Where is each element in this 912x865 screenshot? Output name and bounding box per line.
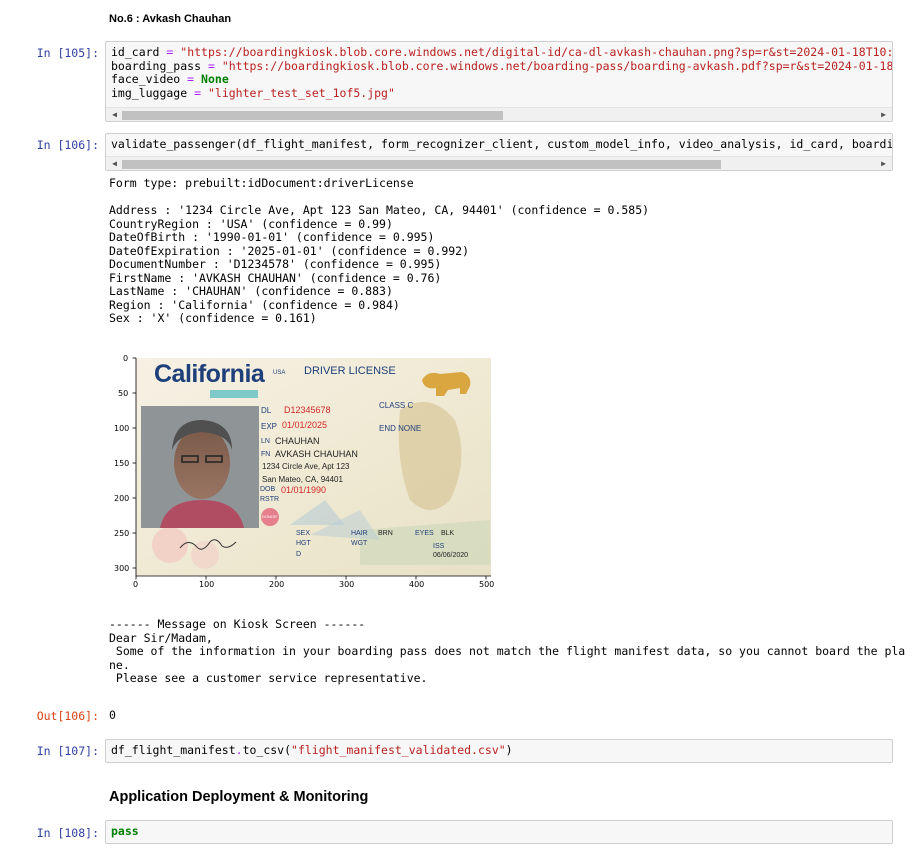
markdown-title: No.6 : Avkash Chauhan	[109, 13, 232, 25]
code-cell-105[interactable]: id_card = "https://boardingkiosk.blob.co…	[105, 41, 893, 122]
license-sex-label: SEX	[296, 530, 311, 537]
scroll-left-icon[interactable]: ◀	[108, 157, 121, 170]
cell-output-text: Form type: prebuilt:idDocument:driverLic…	[109, 176, 650, 325]
license-rstr-label: RSTR	[260, 496, 280, 503]
x-tick-label: 200	[269, 580, 285, 589]
y-tick-label: 100	[114, 424, 130, 433]
input-prompt: In [108]:	[36, 826, 99, 840]
license-hgt-label: HGT	[296, 540, 311, 547]
license-class: CLASS C	[379, 401, 414, 410]
y-tick-label: 250	[114, 529, 130, 538]
scroll-right-icon[interactable]: ▶	[877, 108, 890, 121]
output-value: 0	[109, 708, 116, 722]
scrollbar-thumb[interactable]	[122, 160, 721, 169]
avatar	[174, 427, 230, 499]
license-eyes-value: BLK	[441, 530, 455, 537]
x-tick-label: 100	[199, 580, 215, 589]
id-card-figure: California USA DRIVER LICENSE DL D123456…	[110, 350, 500, 595]
scrollbar-thumb[interactable]	[122, 111, 503, 120]
license-dl-label: DL	[261, 406, 272, 415]
license-eyes-label: EYES	[415, 530, 434, 537]
y-tick-label: 0	[123, 354, 129, 363]
x-tick-label: 300	[339, 580, 355, 589]
license-donor-label: DONOR	[262, 514, 277, 519]
license-wgt-label: WGT	[351, 540, 368, 547]
horizontal-scrollbar[interactable]: ◀ ▶	[106, 107, 892, 121]
license-address-line1: 1234 Circle Ave, Apt 123	[262, 462, 350, 471]
license-dob-label: DOB	[260, 486, 276, 493]
code-editor[interactable]: pass	[111, 825, 892, 839]
code-editor[interactable]: id_card = "https://boardingkiosk.blob.co…	[111, 46, 892, 100]
license-usa: USA	[273, 370, 286, 376]
license-hair-label: HAIR	[351, 530, 368, 537]
input-prompt: In [106]:	[36, 138, 99, 152]
license-dob-value: 01/01/1990	[281, 485, 327, 495]
code-cell-107[interactable]: df_flight_manifest.to_csv("flight_manife…	[105, 739, 893, 763]
license-hair-value: BRN	[378, 530, 393, 537]
license-state: California	[154, 360, 265, 388]
license-exp-value: 01/01/2025	[282, 420, 328, 430]
license-iss-value: 06/06/2020	[433, 552, 469, 559]
input-prompt: In [105]:	[36, 46, 99, 60]
code-cell-108[interactable]: pass	[105, 820, 893, 844]
y-tick-label: 300	[114, 564, 130, 573]
kiosk-message-output: ------ Message on Kiosk Screen ------ De…	[109, 617, 906, 685]
license-dl-value: D12345678	[284, 405, 331, 415]
scroll-right-icon[interactable]: ▶	[877, 157, 890, 170]
y-tick-label: 50	[118, 389, 129, 398]
x-tick-label: 0	[133, 580, 139, 589]
scroll-left-icon[interactable]: ◀	[108, 108, 121, 121]
code-editor[interactable]: validate_passenger(df_flight_manifest, f…	[111, 138, 892, 152]
license-end: END NONE	[379, 424, 422, 433]
code-cell-106[interactable]: validate_passenger(df_flight_manifest, f…	[105, 133, 893, 171]
x-tick-label: 400	[409, 580, 425, 589]
license-d-label: D	[296, 551, 302, 558]
output-prompt: Out[106]:	[36, 709, 99, 723]
input-prompt: In [107]:	[36, 744, 99, 758]
license-fn-value: AVKASH CHAUHAN	[275, 449, 358, 459]
section-heading: Application Deployment & Monitoring	[109, 789, 369, 805]
license-title: DRIVER LICENSE	[304, 365, 396, 377]
y-tick-label: 200	[114, 494, 130, 503]
license-fn-label: FN	[261, 451, 271, 458]
y-tick-label: 150	[114, 459, 130, 468]
license-ln-label: LN	[261, 438, 270, 445]
license-ln-value: CHAUHAN	[275, 436, 320, 446]
license-exp-label: EXP	[261, 422, 278, 431]
code-editor[interactable]: df_flight_manifest.to_csv("flight_manife…	[111, 744, 892, 758]
horizontal-scrollbar[interactable]: ◀ ▶	[106, 156, 892, 170]
x-tick-label: 500	[479, 580, 495, 589]
license-iss-label: ISS	[433, 543, 445, 550]
license-address-line2: San Mateo, CA, 94401	[262, 475, 343, 484]
